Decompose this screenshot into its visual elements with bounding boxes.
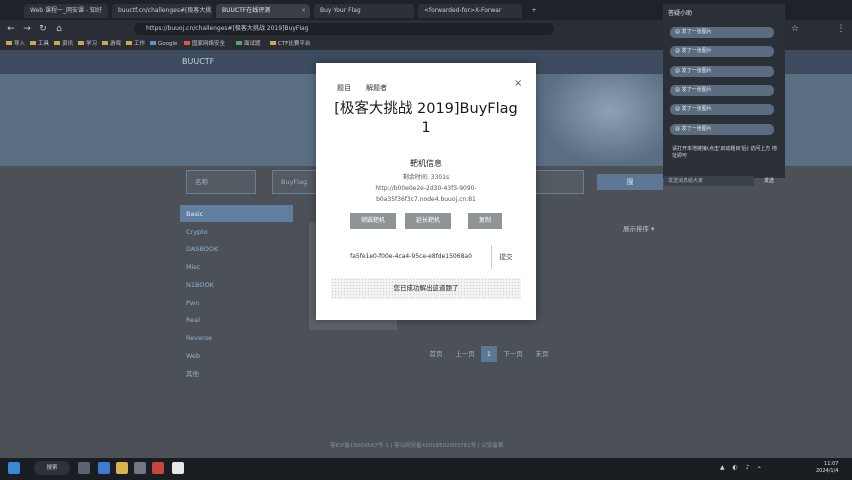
bookmark-work[interactable]: 工作 <box>126 39 145 49</box>
category-web[interactable]: Web <box>186 350 200 362</box>
favorites-icon[interactable]: ☆ <box>790 23 800 35</box>
close-icon[interactable]: × <box>514 78 522 89</box>
challenge-title: [极客大挑战 2019]BuyFlag 1 <box>330 100 522 138</box>
back-icon[interactable]: ← <box>6 23 16 35</box>
bookmark-import[interactable]: 导入 <box>6 39 25 49</box>
tab-buy-your-flag[interactable]: Buy Your Flag <box>314 4 414 18</box>
home-icon[interactable]: ⌂ <box>54 23 64 35</box>
search-input[interactable]: 名称 <box>186 170 256 194</box>
target-url[interactable]: http://b00e0e2e-2d30-43f3-9090- <box>340 185 512 192</box>
notification-item[interactable]: @ 发了一张图片 <box>670 66 774 77</box>
solved-notice: 您已成功解出这道题了 <box>331 278 521 299</box>
new-tab-button[interactable]: + <box>528 4 540 18</box>
flag-input[interactable]: fa5fe1e0-f00e-4ca4-95ce-e8fde15068a0 <box>331 245 492 269</box>
tab-buuctf[interactable]: BUUCTF在线评测 × <box>216 4 310 18</box>
notification-item[interactable]: @ 发了一张图片 <box>670 124 774 135</box>
bookmark-study[interactable]: 学习 <box>78 39 97 49</box>
bookmark-label: 工具 <box>38 41 50 47</box>
notification-item[interactable]: @ 发了一张图片 <box>670 27 774 38</box>
clock-date: 2024/1/4 <box>816 468 839 474</box>
tab-label: Web 课程一_网安课 - 知好 <box>30 7 102 14</box>
category-reverse[interactable]: Reverse <box>186 332 212 344</box>
page-prev[interactable]: 上一页 <box>452 346 478 362</box>
category-n1book[interactable]: N1BOOK <box>186 279 214 291</box>
extend-target-button[interactable]: 延长靶机 <box>405 213 451 229</box>
notification-title: 答疑小助 <box>668 10 693 17</box>
tab-label: <forwarded-for>X-Forwar <box>424 7 502 14</box>
bookmark-security[interactable]: 国家网络安全 <box>184 39 225 49</box>
chevron-down-icon: ▾ <box>651 225 655 233</box>
bookmark-label: Google <box>158 41 178 47</box>
task-view-icon[interactable] <box>78 462 90 474</box>
tab-web-course[interactable]: Web 课程一_网安课 - 知好 <box>24 4 108 18</box>
page-current[interactable]: 1 <box>481 346 497 362</box>
tab-label: Buy Your Flag <box>320 7 361 14</box>
bookmark-label: 面试题 <box>244 41 261 47</box>
terminal-icon[interactable] <box>172 462 184 474</box>
forward-icon[interactable]: → <box>22 23 32 35</box>
bookmark-label: 工作 <box>134 41 146 47</box>
message-input[interactable]: 发送消息给大家 <box>664 176 754 186</box>
sort-dropdown[interactable]: 展示排序 ▾ <box>623 223 654 233</box>
challenge-points: 1 <box>421 120 431 136</box>
address-bar[interactable]: https://buuoj.cn/challenges#[极客大挑战 2019]… <box>134 23 554 35</box>
category-other[interactable]: 其他 <box>186 368 199 380</box>
system-tray[interactable]: ▲ ◐ ♪ ⌁ <box>720 464 764 471</box>
sort-label: 展示排序 <box>623 225 649 233</box>
tab-label: BUUCTF在线评测 <box>222 7 271 14</box>
bookmark-news[interactable]: 资讯 <box>54 39 73 49</box>
notification-message: 请打开本地链接(点击'启动题目'后) 访问上方 地址即可 <box>672 146 777 159</box>
category-pwn[interactable]: Pwn <box>186 297 199 309</box>
category-crypto[interactable]: Crypto <box>186 226 208 238</box>
footer-text: 鄂ICP备19004567号-1 | 鄂公网安备42018502003781号 … <box>330 443 504 449</box>
bookmark-tools[interactable]: 工具 <box>30 39 49 49</box>
bookmark-label: 国家网络安全 <box>192 41 226 47</box>
page-first[interactable]: 首页 <box>426 346 446 362</box>
clock-time: 11:07 <box>824 461 839 467</box>
category-dasbook[interactable]: DASBOOK <box>186 243 218 255</box>
reload-icon[interactable]: ↻ <box>38 23 48 35</box>
send-button[interactable]: 发送 <box>758 176 780 186</box>
notification-item[interactable]: @ 发了一张图片 <box>670 104 774 115</box>
tab-challenge[interactable]: 题目 <box>337 83 351 93</box>
app-icon[interactable] <box>134 462 146 474</box>
bookmark-label: 资讯 <box>62 41 74 47</box>
page-next[interactable]: 下一页 <box>500 346 526 362</box>
destroy-target-button[interactable]: 销毁靶机 <box>350 213 396 229</box>
copy-button[interactable]: 复制 <box>468 213 502 229</box>
bookmark-interview[interactable]: 面试题 <box>236 39 261 49</box>
app-icon[interactable] <box>152 462 164 474</box>
search-box[interactable]: 搜索 <box>34 461 70 475</box>
bookmark-games[interactable]: 游戏 <box>102 39 121 49</box>
explorer-icon[interactable] <box>116 462 128 474</box>
page-last[interactable]: 末页 <box>532 346 552 362</box>
submit-button[interactable]: 提交 <box>491 245 521 269</box>
target-url-cont[interactable]: b0a35f36f3c7.node4.buuoj.cn:81 <box>340 196 512 203</box>
edge-icon[interactable] <box>98 462 110 474</box>
bookmark-label: 学习 <box>86 41 98 47</box>
start-icon[interactable] <box>8 462 20 474</box>
site-brand[interactable]: BUUCTF <box>182 57 214 66</box>
menu-icon[interactable]: ⋮ <box>836 23 846 35</box>
bookmark-label: 游戏 <box>110 41 122 47</box>
close-icon[interactable]: × <box>301 4 306 18</box>
tab-label: buuctf.cn/challenges#[极客大挑 <box>118 7 212 14</box>
bookmark-label: CTF比赛平台 <box>278 41 311 47</box>
remaining-time: 剩余时间: 3301s <box>402 174 450 181</box>
category-basic[interactable]: Basic <box>186 208 203 220</box>
notification-item[interactable]: @ 发了一张图片 <box>670 46 774 57</box>
bookmark-google[interactable]: Google <box>150 39 177 49</box>
bookmark-label: 导入 <box>14 41 26 47</box>
target-info-heading: 靶机信息 <box>410 159 442 168</box>
category-misc[interactable]: Misc <box>186 261 200 273</box>
bookmark-ctf[interactable]: CTF比赛平台 <box>270 39 310 49</box>
challenge-title-text: [极客大挑战 2019]BuyFlag <box>334 101 518 117</box>
notification-item[interactable]: @ 发了一张图片 <box>670 85 774 96</box>
clock[interactable]: 11:07 2024/1/4 <box>816 461 838 475</box>
search-button[interactable]: 搜 <box>597 174 663 190</box>
category-real[interactable]: Real <box>186 314 200 326</box>
tab-solvers[interactable]: 解题者 <box>366 83 387 93</box>
tab-challenges[interactable]: buuctf.cn/challenges#[极客大挑 <box>112 4 212 18</box>
tab-forwarded-for[interactable]: <forwarded-for>X-Forwar <box>418 4 522 18</box>
